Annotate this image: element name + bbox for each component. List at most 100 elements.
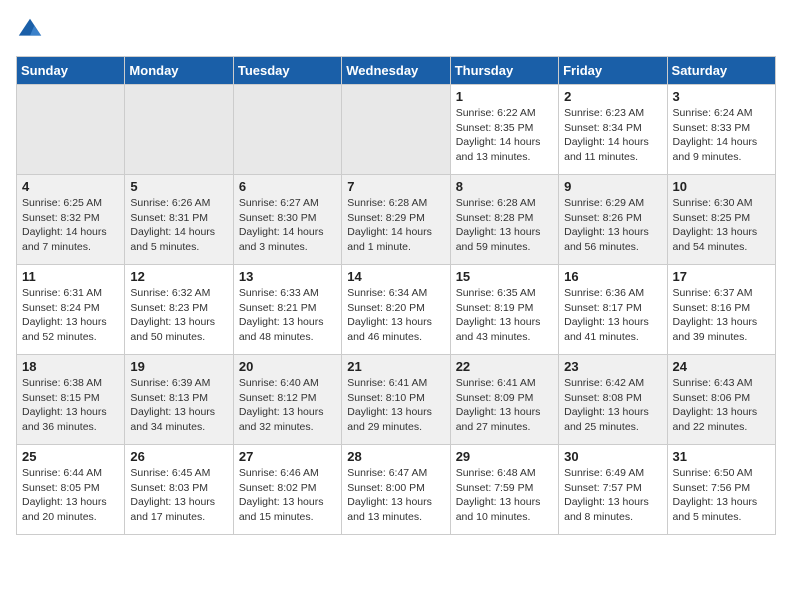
- day-info: Sunrise: 6:30 AM Sunset: 8:25 PM Dayligh…: [673, 196, 770, 255]
- weekday-header-sunday: Sunday: [17, 57, 125, 85]
- day-number: 3: [673, 89, 770, 104]
- calendar-cell: 9 Sunrise: 6:29 AM Sunset: 8:26 PM Daylig…: [559, 175, 667, 265]
- weekday-header-tuesday: Tuesday: [233, 57, 341, 85]
- day-number: 14: [347, 269, 444, 284]
- day-info: Sunrise: 6:41 AM Sunset: 8:09 PM Dayligh…: [456, 376, 553, 435]
- day-info: Sunrise: 6:31 AM Sunset: 8:24 PM Dayligh…: [22, 286, 119, 345]
- day-info: Sunrise: 6:47 AM Sunset: 8:00 PM Dayligh…: [347, 466, 444, 525]
- day-number: 11: [22, 269, 119, 284]
- day-number: 18: [22, 359, 119, 374]
- calendar-cell: 30 Sunrise: 6:49 AM Sunset: 7:57 PM Dayli…: [559, 445, 667, 535]
- calendar-cell: [125, 85, 233, 175]
- calendar-cell: 22 Sunrise: 6:41 AM Sunset: 8:09 PM Dayli…: [450, 355, 558, 445]
- calendar-cell: 6Sunrise: 6:27 AM Sunset: 8:30 PM Daylig…: [233, 175, 341, 265]
- calendar-cell: 14 Sunrise: 6:34 AM Sunset: 8:20 PM Dayli…: [342, 265, 450, 355]
- calendar-week-2: 4Sunrise: 6:25 AM Sunset: 8:32 PM Daylig…: [17, 175, 776, 265]
- day-info: Sunrise: 6:33 AM Sunset: 8:21 PM Dayligh…: [239, 286, 336, 345]
- weekday-header-wednesday: Wednesday: [342, 57, 450, 85]
- day-number: 29: [456, 449, 553, 464]
- day-info: Sunrise: 6:26 AM Sunset: 8:31 PM Dayligh…: [130, 196, 227, 255]
- day-info: Sunrise: 6:42 AM Sunset: 8:08 PM Dayligh…: [564, 376, 661, 435]
- day-number: 22: [456, 359, 553, 374]
- day-info: Sunrise: 6:49 AM Sunset: 7:57 PM Dayligh…: [564, 466, 661, 525]
- day-number: 30: [564, 449, 661, 464]
- calendar-cell: 8Sunrise: 6:28 AM Sunset: 8:28 PM Daylig…: [450, 175, 558, 265]
- day-info: Sunrise: 6:27 AM Sunset: 8:30 PM Dayligh…: [239, 196, 336, 255]
- day-number: 17: [673, 269, 770, 284]
- calendar-cell: 17Sunrise: 6:37 AM Sunset: 8:16 PM Dayli…: [667, 265, 775, 355]
- day-info: Sunrise: 6:38 AM Sunset: 8:15 PM Dayligh…: [22, 376, 119, 435]
- calendar-cell: 20 Sunrise: 6:40 AM Sunset: 8:12 PM Dayli…: [233, 355, 341, 445]
- weekday-header-saturday: Saturday: [667, 57, 775, 85]
- day-info: Sunrise: 6:45 AM Sunset: 8:03 PM Dayligh…: [130, 466, 227, 525]
- weekday-header-thursday: Thursday: [450, 57, 558, 85]
- day-number: 26: [130, 449, 227, 464]
- day-info: Sunrise: 6:44 AM Sunset: 8:05 PM Dayligh…: [22, 466, 119, 525]
- day-number: 31: [673, 449, 770, 464]
- day-info: Sunrise: 6:48 AM Sunset: 7:59 PM Dayligh…: [456, 466, 553, 525]
- calendar-cell: [233, 85, 341, 175]
- day-info: Sunrise: 6:22 AM Sunset: 8:35 PM Dayligh…: [456, 106, 553, 165]
- calendar-cell: 11 Sunrise: 6:31 AM Sunset: 8:24 PM Dayli…: [17, 265, 125, 355]
- weekday-header-friday: Friday: [559, 57, 667, 85]
- day-number: 10: [673, 179, 770, 194]
- day-number: 2: [564, 89, 661, 104]
- day-info: Sunrise: 6:28 AM Sunset: 8:29 PM Dayligh…: [347, 196, 444, 255]
- calendar-week-5: 25 Sunrise: 6:44 AM Sunset: 8:05 PM Dayli…: [17, 445, 776, 535]
- day-info: Sunrise: 6:28 AM Sunset: 8:28 PM Dayligh…: [456, 196, 553, 255]
- calendar-cell: 19Sunrise: 6:39 AM Sunset: 8:13 PM Dayli…: [125, 355, 233, 445]
- calendar-cell: 2 Sunrise: 6:23 AM Sunset: 8:34 PM Daylig…: [559, 85, 667, 175]
- day-info: Sunrise: 6:36 AM Sunset: 8:17 PM Dayligh…: [564, 286, 661, 345]
- day-number: 16: [564, 269, 661, 284]
- page-header: [16, 16, 776, 44]
- calendar-cell: 1 Sunrise: 6:22 AM Sunset: 8:35 PM Daylig…: [450, 85, 558, 175]
- calendar-cell: 24 Sunrise: 6:43 AM Sunset: 8:06 PM Dayli…: [667, 355, 775, 445]
- day-info: Sunrise: 6:25 AM Sunset: 8:32 PM Dayligh…: [22, 196, 119, 255]
- day-info: Sunrise: 6:35 AM Sunset: 8:19 PM Dayligh…: [456, 286, 553, 345]
- day-number: 20: [239, 359, 336, 374]
- weekday-header-monday: Monday: [125, 57, 233, 85]
- day-info: Sunrise: 6:40 AM Sunset: 8:12 PM Dayligh…: [239, 376, 336, 435]
- calendar-cell: 21 Sunrise: 6:41 AM Sunset: 8:10 PM Dayli…: [342, 355, 450, 445]
- day-info: Sunrise: 6:43 AM Sunset: 8:06 PM Dayligh…: [673, 376, 770, 435]
- calendar-cell: 7 Sunrise: 6:28 AM Sunset: 8:29 PM Daylig…: [342, 175, 450, 265]
- day-number: 25: [22, 449, 119, 464]
- day-number: 9: [564, 179, 661, 194]
- calendar-cell: 4Sunrise: 6:25 AM Sunset: 8:32 PM Daylig…: [17, 175, 125, 265]
- day-info: Sunrise: 6:41 AM Sunset: 8:10 PM Dayligh…: [347, 376, 444, 435]
- calendar-cell: 25 Sunrise: 6:44 AM Sunset: 8:05 PM Dayli…: [17, 445, 125, 535]
- calendar-cell: 10 Sunrise: 6:30 AM Sunset: 8:25 PM Dayli…: [667, 175, 775, 265]
- day-number: 23: [564, 359, 661, 374]
- calendar-cell: 31 Sunrise: 6:50 AM Sunset: 7:56 PM Dayli…: [667, 445, 775, 535]
- calendar-cell: 23 Sunrise: 6:42 AM Sunset: 8:08 PM Dayli…: [559, 355, 667, 445]
- day-info: Sunrise: 6:34 AM Sunset: 8:20 PM Dayligh…: [347, 286, 444, 345]
- logo-icon: [16, 16, 44, 44]
- day-info: Sunrise: 6:29 AM Sunset: 8:26 PM Dayligh…: [564, 196, 661, 255]
- calendar-week-1: 1 Sunrise: 6:22 AM Sunset: 8:35 PM Daylig…: [17, 85, 776, 175]
- calendar-cell: 16 Sunrise: 6:36 AM Sunset: 8:17 PM Dayli…: [559, 265, 667, 355]
- day-info: Sunrise: 6:23 AM Sunset: 8:34 PM Dayligh…: [564, 106, 661, 165]
- calendar-cell: 18 Sunrise: 6:38 AM Sunset: 8:15 PM Dayli…: [17, 355, 125, 445]
- calendar-cell: [17, 85, 125, 175]
- calendar-cell: 26 Sunrise: 6:45 AM Sunset: 8:03 PM Dayli…: [125, 445, 233, 535]
- day-number: 1: [456, 89, 553, 104]
- calendar-cell: 3 Sunrise: 6:24 AM Sunset: 8:33 PM Daylig…: [667, 85, 775, 175]
- calendar-cell: 28 Sunrise: 6:47 AM Sunset: 8:00 PM Dayli…: [342, 445, 450, 535]
- logo: [16, 16, 48, 44]
- day-number: 28: [347, 449, 444, 464]
- day-number: 13: [239, 269, 336, 284]
- day-number: 21: [347, 359, 444, 374]
- day-number: 24: [673, 359, 770, 374]
- calendar-cell: 27Sunrise: 6:46 AM Sunset: 8:02 PM Dayli…: [233, 445, 341, 535]
- day-info: Sunrise: 6:24 AM Sunset: 8:33 PM Dayligh…: [673, 106, 770, 165]
- calendar-table: SundayMondayTuesdayWednesdayThursdayFrid…: [16, 56, 776, 535]
- calendar-cell: 5 Sunrise: 6:26 AM Sunset: 8:31 PM Daylig…: [125, 175, 233, 265]
- day-number: 15: [456, 269, 553, 284]
- calendar-week-4: 18 Sunrise: 6:38 AM Sunset: 8:15 PM Dayli…: [17, 355, 776, 445]
- day-info: Sunrise: 6:39 AM Sunset: 8:13 PM Dayligh…: [130, 376, 227, 435]
- calendar-cell: 15 Sunrise: 6:35 AM Sunset: 8:19 PM Dayli…: [450, 265, 558, 355]
- day-number: 5: [130, 179, 227, 194]
- day-info: Sunrise: 6:50 AM Sunset: 7:56 PM Dayligh…: [673, 466, 770, 525]
- day-number: 7: [347, 179, 444, 194]
- calendar-cell: 13 Sunrise: 6:33 AM Sunset: 8:21 PM Dayli…: [233, 265, 341, 355]
